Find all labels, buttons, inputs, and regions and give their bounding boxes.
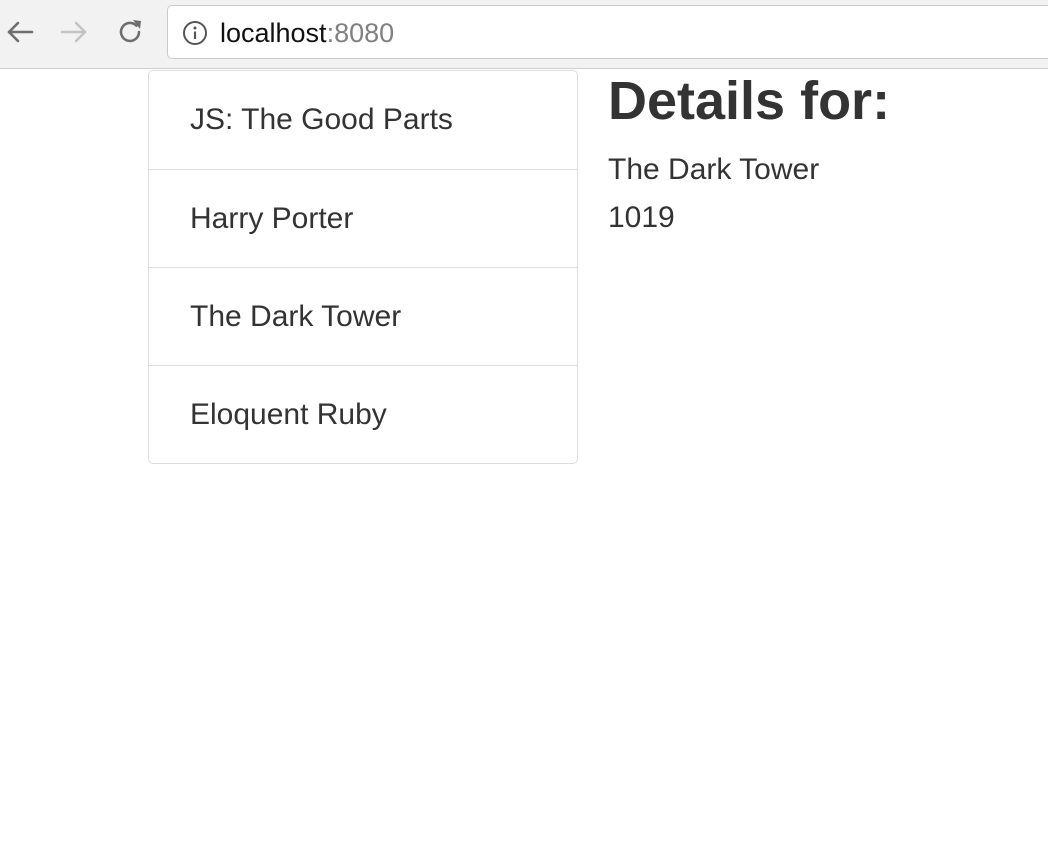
details-panel: Details for: The Dark Tower 1019 <box>608 70 891 234</box>
book-list-item[interactable]: The Dark Tower <box>149 267 577 365</box>
back-button[interactable] <box>0 12 40 52</box>
info-icon[interactable] <box>182 20 208 46</box>
back-arrow-icon <box>7 21 34 43</box>
forward-arrow-icon <box>60 21 87 43</box>
forward-button[interactable] <box>54 12 94 52</box>
reload-button[interactable] <box>110 12 150 52</box>
url-host: localhost <box>220 18 327 48</box>
details-heading: Details for: <box>608 71 891 131</box>
details-book-title: The Dark Tower <box>608 153 820 186</box>
browser-toolbar: localhost:8080 <box>0 0 1048 69</box>
address-bar[interactable]: localhost:8080 <box>167 5 1048 59</box>
book-list: JS: The Good Parts Harry Porter The Dark… <box>148 70 578 464</box>
reload-icon <box>119 20 141 43</box>
book-list-item[interactable]: JS: The Good Parts <box>149 71 577 169</box>
url-text[interactable]: localhost:8080 <box>220 18 394 48</box>
book-list-item[interactable]: Harry Porter <box>149 169 577 267</box>
url-port: :8080 <box>326 18 395 48</box>
details-book-pages: 1019 <box>608 201 675 234</box>
book-list-item[interactable]: Eloquent Ruby <box>149 365 577 463</box>
